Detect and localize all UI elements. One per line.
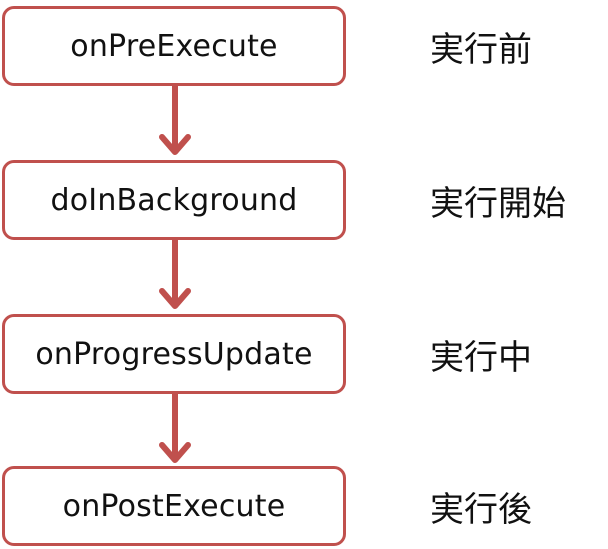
step-box-do-in-background: doInBackground	[2, 160, 346, 240]
async-task-flow-diagram: onPreExecute 実行前 doInBackground 実行開始 onP…	[0, 0, 608, 549]
step-box-on-progress-update: onProgressUpdate	[2, 314, 346, 394]
arrow-1	[159, 82, 191, 155]
step-state-after-execution: 実行後	[430, 489, 532, 530]
step-method-label: onPreExecute	[70, 28, 278, 64]
step-box-on-pre-execute: onPreExecute	[2, 6, 346, 86]
step-method-label: onProgressUpdate	[35, 336, 313, 372]
arrow-3	[159, 391, 191, 463]
arrow-2	[159, 237, 191, 309]
step-state-before-execution: 実行前	[430, 29, 532, 70]
step-box-on-post-execute: onPostExecute	[2, 466, 346, 546]
step-state-execution-start: 実行開始	[430, 183, 566, 224]
step-method-label: onPostExecute	[62, 488, 286, 524]
step-method-label: doInBackground	[50, 182, 298, 218]
step-state-executing: 実行中	[430, 337, 532, 378]
